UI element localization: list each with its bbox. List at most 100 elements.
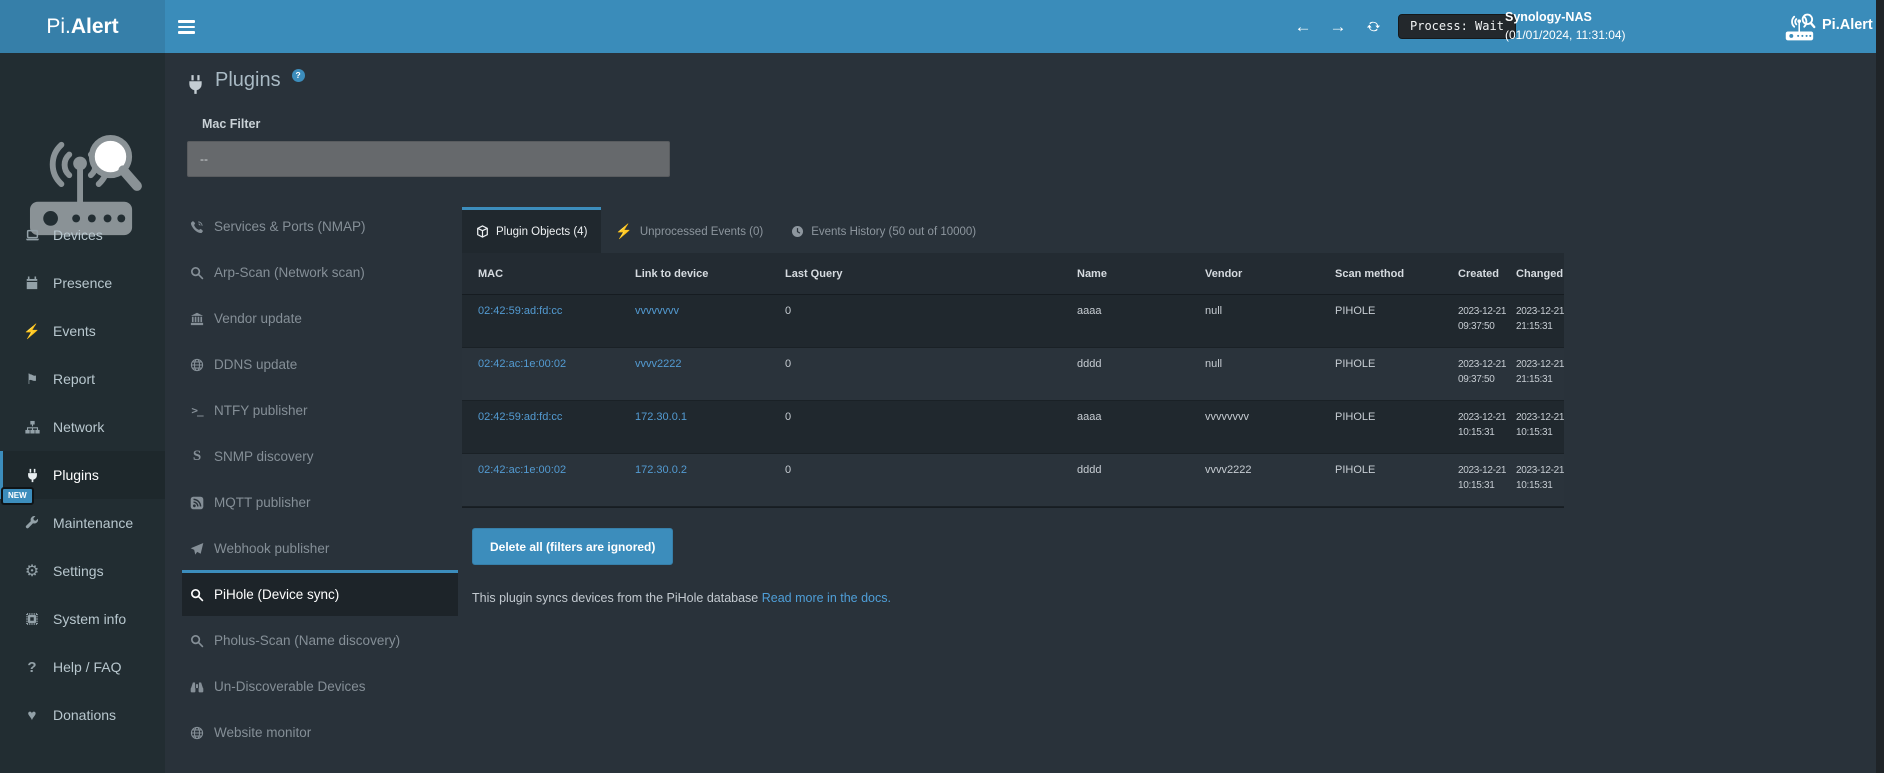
mac-link[interactable]: 02:42:ac:1e:00:02 <box>478 464 566 476</box>
gear-icon: ⚙ <box>20 561 44 581</box>
sidebar-item-label: Devices <box>53 227 103 243</box>
sidebar-item-help-faq[interactable]: ?Help / FAQ <box>0 643 165 691</box>
plugin-item-vendor-update[interactable]: Vendor update <box>182 294 458 340</box>
sidebar-item-donations[interactable]: ♥Donations <box>0 691 165 739</box>
plugin-item-services-ports-nmap[interactable]: Services & Ports (NMAP) <box>182 202 458 248</box>
plugin-item-mqtt-publisher[interactable]: MQTT publisher <box>182 478 458 524</box>
sidebar-item-devices[interactable]: Devices <box>0 211 165 259</box>
last-query-cell: 0 <box>769 454 1061 506</box>
plugin-item-label: Website monitor <box>214 725 311 740</box>
sidebar-item-label: System info <box>53 611 126 627</box>
plugin-item-label: NTFY publisher <box>214 403 308 418</box>
scan-method-cell: PIHOLE <box>1319 348 1444 400</box>
sidebar-menu: Devices Presence⚡Events⚑Report Network Plug… <box>0 211 165 739</box>
table-header-row: MACLink to deviceLast QueryNameVendorSca… <box>462 253 1564 295</box>
brand-logo[interactable]: Pi.Alert <box>0 0 165 53</box>
plugin-item-ntfy-publisher[interactable]: >_ NTFY publisher <box>182 386 458 432</box>
vendor-cell: null <box>1189 295 1319 347</box>
plugin-item-pholus-scan-name-discovery[interactable]: Pholus-Scan (Name discovery) <box>182 616 458 662</box>
plugin-item-label: MQTT publisher <box>214 495 311 510</box>
sidebar-item-label: Network <box>53 419 104 435</box>
delete-all-button[interactable]: Delete all (filters are ignored) <box>472 528 673 565</box>
device-link[interactable]: 172.30.0.2 <box>635 464 687 476</box>
name-cell: aaaa <box>1061 401 1189 453</box>
globe-icon <box>188 726 206 740</box>
bolt-icon: ⚡ <box>20 323 44 340</box>
changed-cell: 2023-12-2121:15:31 <box>1508 295 1564 347</box>
created-cell: 2023-12-2110:15:31 <box>1444 401 1508 453</box>
table-row: 02:42:59:ad:fd:cc172.30.0.10aaaavvvvvvvv… <box>462 401 1564 454</box>
help-badge[interactable]: ? <box>292 69 305 82</box>
plugin-item-ddns-update[interactable]: DDNS update <box>182 340 458 386</box>
plugin-item-pihole-device-sync[interactable]: PiHole (Device sync) <box>182 570 458 616</box>
plugin-item-label: Services & Ports (NMAP) <box>214 219 366 234</box>
scan-method-cell: PIHOLE <box>1319 401 1444 453</box>
history-back-icon[interactable]: ← <box>1292 16 1314 38</box>
plug-icon <box>185 74 206 100</box>
sidebar-item-system-info[interactable]: System info <box>0 595 165 643</box>
sidebar-item-label: Settings <box>53 563 104 579</box>
sidebar-item-report[interactable]: ⚑Report <box>0 355 165 403</box>
mac-cell: 02:42:59:ad:fd:cc <box>462 295 619 347</box>
sidebar-item-events[interactable]: ⚡Events <box>0 307 165 355</box>
device-link[interactable]: vvvv2222 <box>635 358 681 370</box>
mac-link[interactable]: 02:42:ac:1e:00:02 <box>478 358 566 370</box>
plugin-item-webhook-publisher[interactable]: Webhook publisher <box>182 524 458 570</box>
plugin-item-label: Vendor update <box>214 311 302 326</box>
brand-prefix: Pi. <box>46 15 71 39</box>
mac-link[interactable]: 02:42:59:ad:fd:cc <box>478 411 562 423</box>
sidebar-item-network[interactable]: Network <box>0 403 165 451</box>
question-icon: ? <box>20 659 44 676</box>
mac-link[interactable]: 02:42:59:ad:fd:cc <box>478 305 562 317</box>
history-forward-icon[interactable]: → <box>1327 16 1349 38</box>
sidebar-item-settings[interactable]: ⚙ Settings <box>0 547 165 595</box>
mac-cell: 02:42:ac:1e:00:02 <box>462 348 619 400</box>
scrollbar-track[interactable] <box>1876 0 1884 773</box>
tab-unprocessed-events-0[interactable]: ⚡Unprocessed Events (0) <box>601 207 777 253</box>
plugin-description-text: This plugin syncs devices from the PiHol… <box>472 591 758 605</box>
new-badge: NEW <box>1 487 34 505</box>
table-body: 02:42:59:ad:fd:ccvvvvvvvv0aaaanullPIHOLE… <box>462 295 1564 507</box>
s-letter-icon: S <box>188 448 206 465</box>
column-header-created: Created <box>1444 253 1508 294</box>
table-row: 02:42:ac:1e:00:02172.30.0.20ddddvvvv2222… <box>462 454 1564 507</box>
link-to-device-cell: 172.30.0.2 <box>619 454 769 506</box>
name-cell: dddd <box>1061 454 1189 506</box>
created-cell: 2023-12-2110:15:31 <box>1444 454 1508 506</box>
sidebar-item-maintenance[interactable]: MaintenanceNEW <box>0 499 165 547</box>
plugin-description: This plugin syncs devices from the PiHol… <box>472 591 891 605</box>
table-row: 02:42:ac:1e:00:02vvvv22220ddddnullPIHOLE… <box>462 348 1564 401</box>
column-header-name: Name <box>1061 253 1189 294</box>
column-header-vendor: Vendor <box>1189 253 1319 294</box>
mac-filter-input[interactable] <box>187 141 670 177</box>
docs-link[interactable]: Read more in the docs. <box>762 591 891 605</box>
refresh-icon[interactable] <box>1362 16 1384 38</box>
last-query-cell: 0 <box>769 348 1061 400</box>
sidebar: Devices Presence⚡Events⚑Report Network Plug… <box>0 53 165 773</box>
tab-plugin-objects-4[interactable]: Plugin Objects (4) <box>462 207 601 253</box>
terminal-icon: >_ <box>188 404 206 417</box>
tab-events-history-50-out-of-10000[interactable]: Events History (50 out of 10000) <box>777 207 990 253</box>
pialert-app: Pi.Alert ←→ Process: Wait Synology-NAS (… <box>0 0 1884 773</box>
sidebar-toggle-icon[interactable] <box>178 17 200 37</box>
sidebar-item-label: Plugins <box>53 467 99 483</box>
scan-method-cell: PIHOLE <box>1319 295 1444 347</box>
plugin-item-arp-scan-network-scan[interactable]: Arp-Scan (Network scan) <box>182 248 458 294</box>
laptop-icon <box>20 228 44 243</box>
phone-volume-icon <box>188 220 206 234</box>
plugin-list: Services & Ports (NMAP) Arp-Scan (Network… <box>182 202 458 754</box>
plugin-item-label: DDNS update <box>214 357 297 372</box>
sitemap-icon <box>20 420 44 435</box>
changed-cell: 2023-12-2110:15:31 <box>1508 401 1564 453</box>
plugin-item-snmp-discovery[interactable]: SSNMP discovery <box>182 432 458 478</box>
device-link[interactable]: vvvvvvvv <box>635 305 679 317</box>
plugin-item-website-monitor[interactable]: Website monitor <box>182 708 458 754</box>
page-header: Plugins ? <box>185 69 305 100</box>
sidebar-item-presence[interactable]: Presence <box>0 259 165 307</box>
plugin-item-un-discoverable-devices[interactable]: Un-Discoverable Devices <box>182 662 458 708</box>
router-logo-small-icon <box>1784 13 1816 47</box>
search-icon <box>188 266 206 280</box>
device-link[interactable]: 172.30.0.1 <box>635 411 687 423</box>
plugin-item-label: Arp-Scan (Network scan) <box>214 265 365 280</box>
clock-icon <box>791 225 804 238</box>
